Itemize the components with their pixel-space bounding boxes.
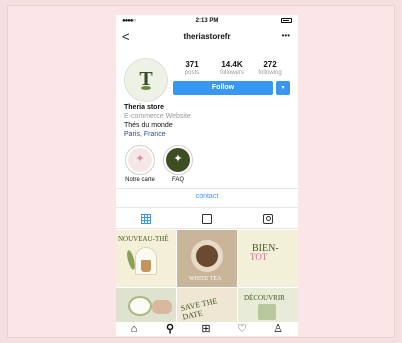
post-text: SAVE THE DATE bbox=[179, 296, 219, 322]
stat-label: following bbox=[258, 70, 282, 76]
sparkle-icon: ✦ bbox=[135, 153, 145, 165]
highlight-cover: ✦ bbox=[166, 148, 190, 172]
avatar[interactable]: T bbox=[124, 58, 168, 102]
contact-button[interactable]: contact bbox=[116, 193, 298, 200]
stat-label: followers bbox=[220, 70, 244, 76]
post-thumbnail[interactable]: WHITE TEA bbox=[177, 230, 237, 287]
search-icon[interactable]: ⚲ bbox=[152, 323, 188, 336]
grid-icon bbox=[141, 214, 151, 224]
highlight-notre-carte[interactable]: ✦ Notre carte bbox=[122, 145, 158, 183]
phone-screen: ●●●●○ 2:13 PM < theriastorefr ••• T 371 … bbox=[116, 15, 298, 336]
stat-value: 371 bbox=[185, 60, 199, 69]
stat-followers[interactable]: 14.4K followers bbox=[212, 60, 252, 76]
heart-icon[interactable]: ♡ bbox=[224, 323, 260, 336]
follow-button[interactable]: Follow bbox=[173, 81, 273, 95]
glass-icon bbox=[258, 304, 276, 320]
post-thumbnail[interactable]: DÉCOUVRIR bbox=[238, 288, 298, 322]
tab-tagged[interactable] bbox=[238, 208, 298, 228]
profile-icon[interactable]: ♙ bbox=[260, 323, 296, 336]
highlight-ring: ✦ bbox=[163, 145, 193, 175]
tab-grid[interactable] bbox=[116, 208, 176, 228]
hand-icon bbox=[152, 300, 172, 314]
tea-icon bbox=[196, 245, 218, 267]
add-post-icon[interactable]: ⊞ bbox=[188, 323, 224, 336]
chevron-down-icon[interactable]: ▾ bbox=[276, 81, 290, 95]
tagged-icon bbox=[263, 214, 273, 224]
highlight-ring: ✦ bbox=[125, 145, 155, 175]
bottom-nav: ⌂ ⚲ ⊞ ♡ ♙ bbox=[116, 322, 298, 336]
leaf-icon bbox=[141, 86, 151, 90]
profile-username: theriastorefr bbox=[183, 32, 231, 41]
post-text-secondary: TOT bbox=[250, 252, 268, 262]
cup-icon bbox=[128, 296, 152, 316]
highlight-faq[interactable]: ✦ FAQ bbox=[160, 145, 196, 183]
feed-icon bbox=[202, 214, 212, 224]
stat-value: 272 bbox=[263, 60, 277, 69]
home-icon[interactable]: ⌂ bbox=[116, 323, 152, 336]
profile-category: E-commerce Website bbox=[124, 113, 191, 120]
status-bar: ●●●●○ 2:13 PM bbox=[116, 15, 298, 27]
post-text: WHITE TEA bbox=[189, 276, 222, 282]
highlight-label: Notre carte bbox=[125, 177, 155, 183]
profile-tagline: Thés du monde bbox=[124, 122, 173, 129]
divider bbox=[116, 228, 298, 229]
tab-feed[interactable] bbox=[177, 208, 237, 228]
posts-grid: NOUVEAU-THÉ WHITE TEA BIEN- TOT SAVE THE… bbox=[116, 230, 298, 322]
stat-following[interactable]: 272 following bbox=[250, 60, 290, 76]
post-thumbnail[interactable]: SAVE THE DATE bbox=[177, 288, 237, 322]
post-text: NOUVEAU-THÉ bbox=[118, 235, 169, 243]
stat-value: 14.4K bbox=[221, 60, 243, 69]
highlight-cover: ✦ bbox=[128, 148, 152, 172]
profile-location-link[interactable]: Paris, France bbox=[124, 130, 294, 139]
sparkle-icon: ✦ bbox=[173, 153, 183, 165]
stat-label: posts bbox=[184, 70, 200, 76]
more-icon[interactable]: ••• bbox=[282, 31, 290, 40]
post-thumbnail[interactable] bbox=[116, 288, 176, 322]
cup-icon bbox=[141, 260, 151, 272]
divider bbox=[116, 188, 298, 189]
post-thumbnail[interactable]: BIEN- TOT bbox=[238, 230, 298, 287]
profile-bio: Theria store E-commerce Website Thés du … bbox=[124, 103, 294, 139]
profile-name: Theria store bbox=[124, 104, 165, 111]
post-text: DÉCOUVRIR bbox=[244, 294, 285, 302]
post-thumbnail[interactable]: NOUVEAU-THÉ bbox=[116, 230, 176, 287]
status-time: 2:13 PM bbox=[195, 18, 219, 24]
battery-icon bbox=[281, 18, 292, 23]
stat-posts[interactable]: 371 posts bbox=[172, 60, 212, 76]
highlight-label: FAQ bbox=[171, 177, 184, 183]
profile-tabs bbox=[116, 208, 298, 228]
profile-header: < theriastorefr ••• bbox=[116, 27, 298, 47]
